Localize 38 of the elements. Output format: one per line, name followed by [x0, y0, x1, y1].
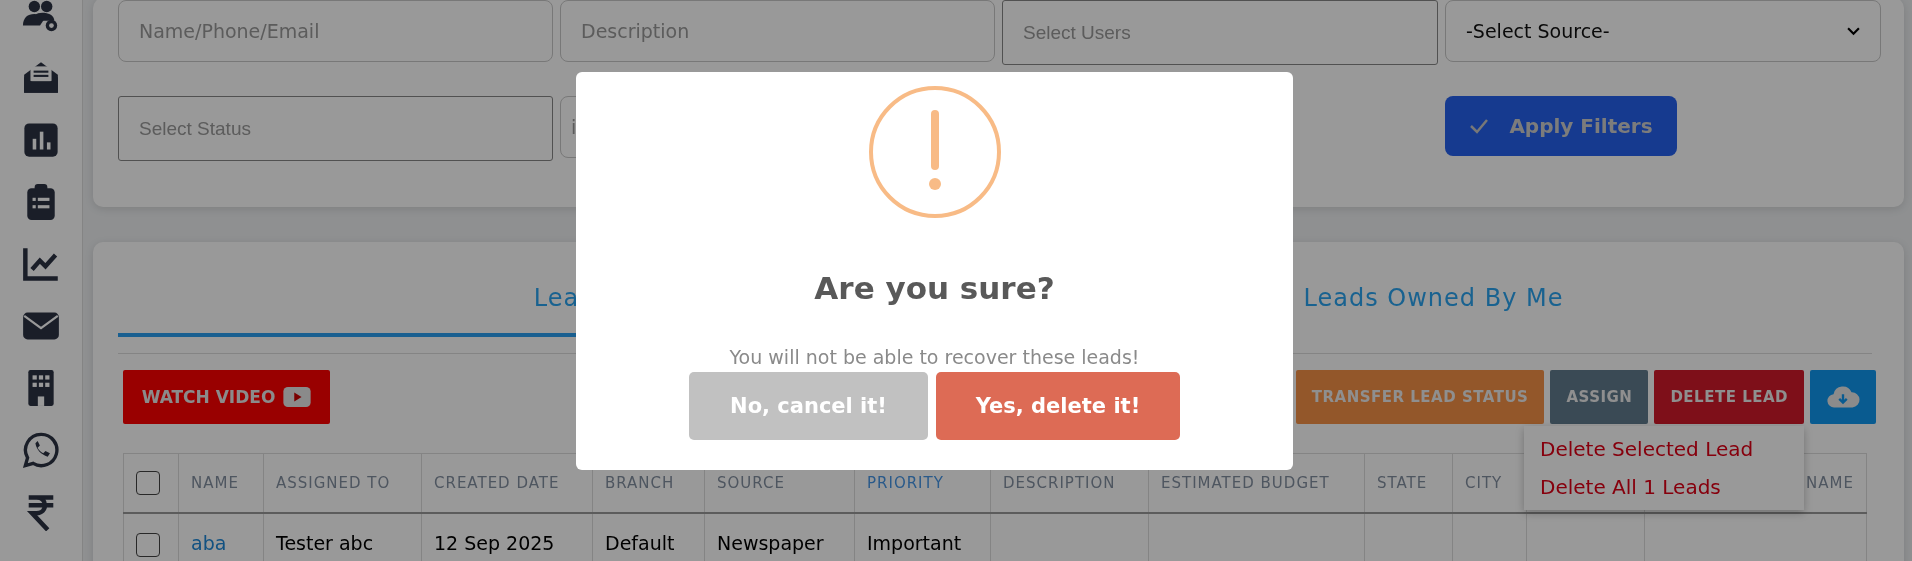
chat-bubble-icon[interactable] — [22, 431, 60, 469]
table-cell: Newspaper — [717, 532, 824, 554]
table-cell: Tester abc — [276, 532, 374, 554]
apply-filters-button[interactable]: Apply Filters — [1445, 96, 1677, 156]
column-header[interactable]: SOURCE — [717, 474, 785, 492]
toolbar-button[interactable]: ASSIGN — [1550, 370, 1649, 424]
select-field[interactable]: -Select Source- — [1445, 0, 1881, 62]
toolbar-button[interactable]: TRANSFER LEAD STATUS — [1295, 370, 1545, 424]
dialog-message: You will not be able to recover these leads! — [729, 346, 1140, 368]
line-chart-icon[interactable] — [22, 245, 60, 283]
column-header[interactable]: NAME — [1806, 474, 1854, 492]
input-field[interactable]: Description — [560, 0, 995, 62]
column-header[interactable]: PRIORITY — [867, 474, 944, 492]
menu-item[interactable]: Delete Selected Lead — [1524, 430, 1804, 468]
chevron-down-icon — [1847, 26, 1860, 36]
checkbox[interactable] — [136, 471, 160, 495]
column-header[interactable]: CITY — [1465, 474, 1503, 492]
bar-chart-icon[interactable] — [22, 121, 60, 159]
input-field[interactable]: Select Users — [1002, 0, 1438, 65]
check-icon — [1469, 118, 1490, 134]
watch-video-button[interactable]: WATCH VIDEO — [123, 370, 330, 424]
table-cell: Default — [605, 532, 675, 554]
menu-item[interactable]: Delete All 1 Leads — [1524, 468, 1804, 506]
cloud-download-icon — [1826, 384, 1860, 410]
column-header[interactable]: BRANCH — [605, 474, 675, 492]
column-header[interactable]: NAME — [191, 474, 239, 492]
table-cell: Important — [867, 532, 962, 554]
lead-name-link[interactable]: aba — [191, 532, 227, 554]
input-field[interactable]: Name/Phone/Email — [118, 0, 553, 62]
input-field[interactable]: Select Status — [118, 96, 553, 161]
cancel-button[interactable]: No, cancel it! — [689, 372, 928, 440]
confirm-button[interactable]: Yes, delete it! — [936, 372, 1180, 440]
table-cell: 12 Sep 2025 — [434, 532, 555, 554]
checkbox[interactable] — [136, 532, 160, 557]
warning-icon — [866, 84, 1003, 220]
toolbar-button[interactable]: DELETE LEAD — [1654, 370, 1804, 424]
play-icon — [283, 387, 312, 407]
column-header[interactable]: STATE — [1377, 474, 1428, 492]
